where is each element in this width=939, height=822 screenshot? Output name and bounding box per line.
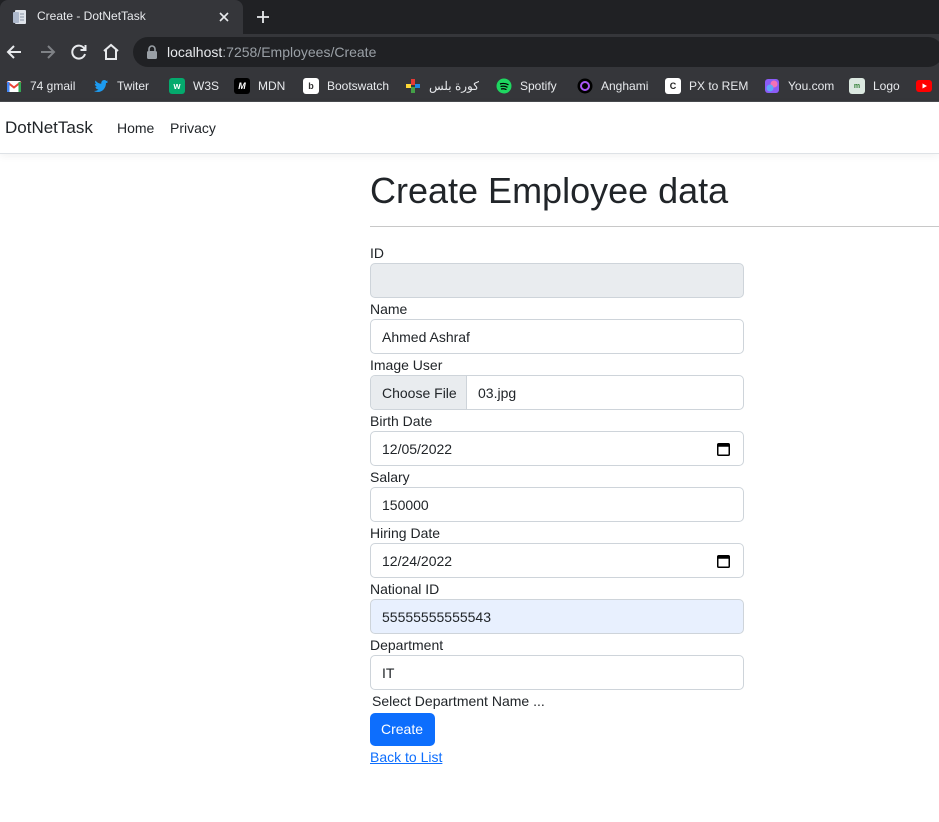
forward-arrow-icon[interactable] (37, 42, 57, 62)
bootswatch-icon: b (303, 78, 319, 94)
address-bar[interactable]: localhost:7258/Employees/Create (133, 37, 939, 67)
department-hint: Select Department Name ... (372, 693, 545, 709)
spotify-icon (496, 78, 512, 94)
hiring-date-value: 12/24/2022 (382, 553, 453, 569)
bookmark-mdn[interactable]: M MDN (234, 76, 285, 96)
logo-icon: m (849, 78, 865, 94)
selected-file-name: 03.jpg (478, 385, 517, 401)
hiring-date-label: Hiring Date (370, 525, 441, 541)
choose-file-button[interactable]: Choose File (371, 376, 467, 409)
bookmark-w3s[interactable]: w W3S (169, 76, 219, 96)
national-id-label: National ID (370, 581, 440, 597)
mdn-icon: M (234, 78, 250, 94)
name-label: Name (370, 301, 408, 317)
calendar-icon[interactable] (717, 442, 730, 456)
lock-icon[interactable] (146, 45, 158, 59)
department-label: Department (370, 637, 444, 653)
name-field[interactable]: Ahmed Ashraf (370, 319, 744, 354)
browser-tab-strip: Create - DotNetTask (0, 0, 939, 34)
page-title: Create Employee data (370, 170, 729, 211)
twitter-icon (94, 80, 108, 92)
bookmark-anghami[interactable]: Anghami (577, 76, 648, 96)
close-tab-icon[interactable] (216, 9, 232, 25)
national-id-field[interactable]: 55555555555543 (370, 599, 744, 634)
department-value: IT (382, 665, 395, 681)
salary-label: Salary (370, 469, 410, 485)
w3schools-icon: w (169, 78, 185, 94)
birth-date-value: 12/05/2022 (382, 441, 453, 457)
bookmark-px-to-rem[interactable]: C PX to REM (665, 76, 748, 96)
name-value: Ahmed Ashraf (382, 329, 470, 345)
home-icon[interactable] (101, 42, 121, 62)
tab-title: Create - DotNetTask (37, 9, 146, 23)
px-to-rem-icon: C (665, 78, 681, 94)
bookmark-kooraplus[interactable]: كورة بلس (405, 76, 479, 96)
image-label: Image User (370, 357, 443, 373)
salary-field[interactable]: 150000 (370, 487, 744, 522)
bookmark-youcom[interactable]: You.com (764, 76, 834, 96)
brand-link[interactable]: DotNetTask (5, 118, 93, 138)
youtube-icon[interactable] (916, 80, 932, 92)
create-button[interactable]: Create (370, 713, 435, 746)
browser-tab[interactable]: Create - DotNetTask (0, 0, 243, 34)
back-to-list-link[interactable]: Back to List (370, 749, 442, 765)
anghami-icon (577, 78, 593, 94)
birth-date-field[interactable]: 12/05/2022 (370, 431, 744, 466)
bookmark-twitter[interactable]: Twiter (93, 76, 149, 96)
birth-date-label: Birth Date (370, 413, 433, 429)
youcom-icon (765, 79, 779, 93)
bookmarks-bar: 74 gmail Twiter w W3S M MDN b Bootswatch… (0, 70, 939, 102)
bookmark-gmail[interactable]: 74 gmail (6, 76, 75, 96)
id-label: ID (370, 245, 384, 261)
reload-icon[interactable] (69, 42, 89, 62)
site-navbar: DotNetTask Home Privacy (0, 102, 939, 154)
kooraplus-icon (406, 79, 420, 93)
nav-link-home[interactable]: Home (117, 120, 154, 136)
page-favicon-icon (13, 10, 26, 24)
calendar-icon[interactable] (717, 554, 730, 568)
national-id-value: 55555555555543 (382, 609, 492, 625)
bookmark-spotify[interactable]: Spotify (496, 76, 557, 96)
url-text: localhost:7258/Employees/Create (167, 44, 377, 60)
image-file-field[interactable]: Choose File 03.jpg (370, 375, 744, 410)
nav-link-privacy[interactable]: Privacy (170, 120, 216, 136)
id-field (370, 263, 744, 298)
bookmark-bootswatch[interactable]: b Bootswatch (303, 76, 389, 96)
new-tab-icon[interactable] (255, 9, 271, 25)
gmail-icon (6, 81, 22, 92)
bookmark-logo[interactable]: m Logo (849, 76, 900, 96)
back-arrow-icon[interactable] (5, 42, 25, 62)
heading-divider (370, 226, 939, 227)
salary-value: 150000 (382, 497, 429, 513)
hiring-date-field[interactable]: 12/24/2022 (370, 543, 744, 578)
department-field[interactable]: IT (370, 655, 744, 690)
browser-toolbar: localhost:7258/Employees/Create (0, 34, 939, 70)
